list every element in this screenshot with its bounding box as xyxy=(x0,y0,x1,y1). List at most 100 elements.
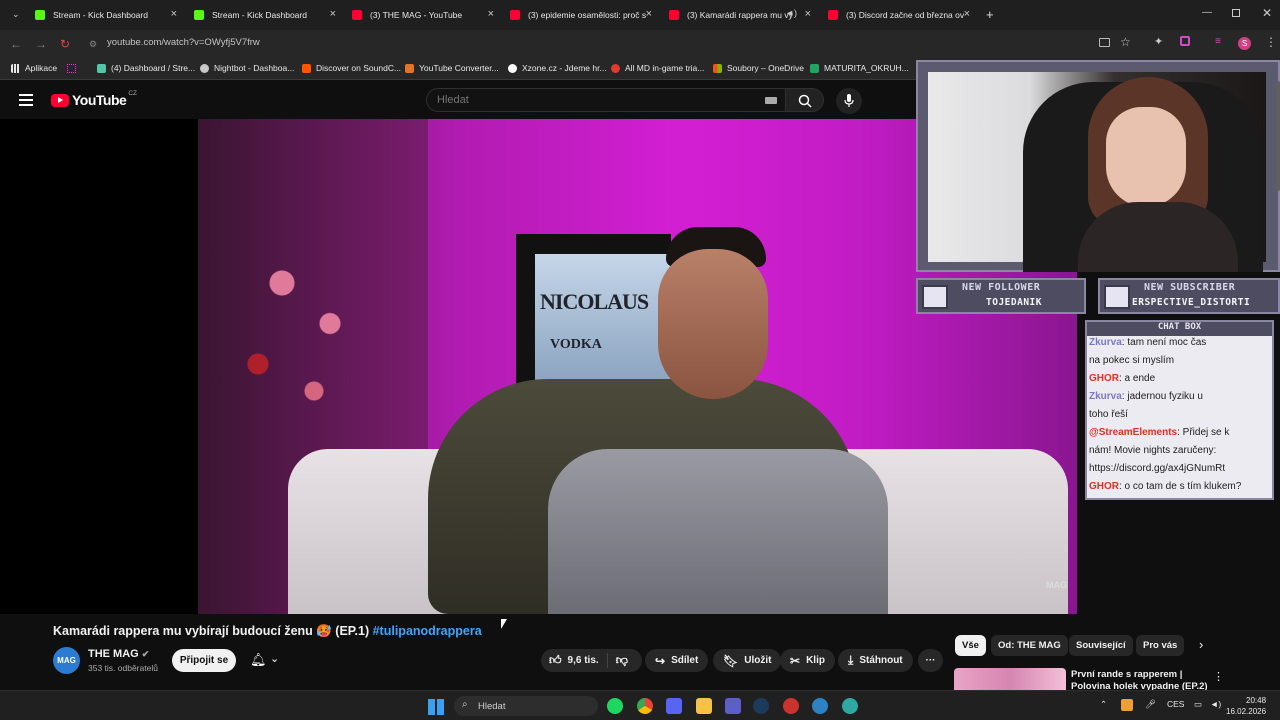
minimize-icon[interactable]: — xyxy=(1202,7,1212,18)
system-clock[interactable]: 20:48 16.02.2026 xyxy=(1226,695,1266,717)
page-scrollbar[interactable] xyxy=(1276,81,1280,191)
more-menu-icon[interactable]: ⋮ xyxy=(1265,35,1277,49)
youtube-icon xyxy=(510,10,520,20)
install-icon[interactable] xyxy=(1099,38,1110,47)
chat-text: : o co tam de s tím klukem? xyxy=(1119,481,1242,492)
chip-from-channel[interactable]: Od: THE MAG xyxy=(991,635,1068,656)
close-icon[interactable]: × xyxy=(964,8,970,20)
spotify-icon[interactable] xyxy=(607,698,623,714)
volume-icon[interactable]: ◄) xyxy=(1210,699,1221,709)
steam-icon[interactable] xyxy=(753,698,769,714)
close-icon[interactable]: × xyxy=(646,8,652,20)
tab-title: (3) Discord začne od března ov xyxy=(846,10,965,20)
tray-app-icon[interactable] xyxy=(1121,699,1133,711)
profile-avatar[interactable]: S xyxy=(1238,37,1251,50)
notification-bell-button[interactable]: 🔔︎ ⌄ xyxy=(242,649,290,672)
video-hashtag-link[interactable]: #tulipanodrappera xyxy=(373,624,482,638)
globe-app-icon[interactable] xyxy=(842,698,858,714)
youtube-logo[interactable]: YouTube CZ xyxy=(51,89,137,108)
like-button[interactable]: 👍︎ 9,6 tis. xyxy=(541,653,608,668)
monitor-icon[interactable]: ▭ xyxy=(1194,699,1202,710)
chat-username: GHOR xyxy=(1089,481,1119,492)
share-button[interactable]: ↪ Sdílet xyxy=(645,649,709,672)
tray-chevron-icon[interactable]: ⌃ xyxy=(1100,699,1107,710)
grid-icon[interactable] xyxy=(67,64,76,73)
close-window-icon[interactable]: ✕ xyxy=(1262,6,1272,20)
language-indicator[interactable]: CES xyxy=(1167,699,1184,709)
region-badge: CZ xyxy=(128,89,137,97)
converter-icon xyxy=(405,63,414,73)
tab-kick-2[interactable]: Stream - Kick Dashboard × xyxy=(186,4,344,26)
join-button[interactable]: Připojit se xyxy=(172,649,236,672)
voice-search-button[interactable] xyxy=(836,88,862,114)
chip-for-you[interactable]: Pro vás xyxy=(1136,635,1185,656)
media-icon[interactable]: ≡ xyxy=(1215,36,1221,47)
bookmark-star-icon[interactable]: ☆ xyxy=(1120,35,1131,49)
reload-icon[interactable]: ↻ xyxy=(55,30,75,58)
more-actions-button[interactable]: ··· xyxy=(918,649,943,672)
tab-search-icon[interactable]: ⌄ xyxy=(12,9,20,20)
channel-avatar[interactable]: MAG xyxy=(53,647,80,674)
teams-icon[interactable] xyxy=(725,698,741,714)
discord-icon[interactable] xyxy=(666,698,682,714)
close-icon[interactable]: × xyxy=(805,8,811,20)
share-icon: ↪ xyxy=(655,653,666,668)
maximize-icon[interactable] xyxy=(1232,9,1240,17)
chip-related[interactable]: Související xyxy=(1069,635,1133,656)
puzzle-icon[interactable] xyxy=(1180,36,1190,46)
close-icon[interactable]: × xyxy=(488,8,494,20)
next-video-menu-icon[interactable]: ⋮ xyxy=(1213,670,1224,683)
search-input[interactable] xyxy=(437,94,737,106)
speaker-icon[interactable]: ◄) xyxy=(785,8,797,18)
tab-kamaradi-active[interactable]: (3) Kamarádi rappera mu vy ◄) × xyxy=(661,4,819,26)
new-tab-button[interactable]: + xyxy=(986,7,994,22)
back-icon[interactable]: ← xyxy=(6,30,26,58)
close-icon[interactable]: × xyxy=(171,8,177,20)
tab-discord[interactable]: (3) Discord začne od března ov × xyxy=(820,4,978,26)
extension-icon[interactable]: ✦ xyxy=(1154,35,1163,48)
bookmark-aplikace[interactable]: Aplikace xyxy=(11,63,57,73)
chat-text: nám! Movie nights zaručeny: xyxy=(1089,445,1217,456)
save-button[interactable]: 🔖︎ Uložit xyxy=(713,649,782,672)
hamburger-menu-icon[interactable] xyxy=(19,94,33,106)
bookmark-all-md[interactable]: All MD in-game tria... xyxy=(611,63,704,73)
keyboard-icon[interactable] xyxy=(765,97,777,104)
tab-the-mag[interactable]: (3) THE MAG - YouTube × xyxy=(344,4,502,26)
tab-kick-1[interactable]: Stream - Kick Dashboard × xyxy=(27,4,185,26)
nightbot-icon xyxy=(200,63,209,73)
search-button[interactable] xyxy=(786,88,824,112)
bookmark-onedrive[interactable]: Soubory – OneDrive xyxy=(713,63,804,73)
chrome-icon[interactable] xyxy=(637,698,653,714)
site-info-icon[interactable]: ⚙ xyxy=(83,30,103,58)
bookmark-nightbot[interactable]: Nightbot - Dashboa... xyxy=(200,63,294,73)
bookmark-dashboard[interactable]: (4) Dashboard / Stre... xyxy=(97,63,195,73)
channel-name[interactable]: THE MAG ✔ xyxy=(88,648,149,660)
ccleaner-icon[interactable] xyxy=(812,698,828,714)
taskbar-search[interactable]: ⌕ Hledat xyxy=(454,696,598,716)
file-explorer-icon[interactable] xyxy=(696,698,712,714)
next-video-thumbnail[interactable] xyxy=(954,668,1066,690)
next-video-title[interactable]: První rande s rapperem | Polovina holek … xyxy=(1071,669,1211,690)
tab-epidemie[interactable]: (3) epidemie osamělosti: proč s × xyxy=(502,4,660,26)
forward-icon[interactable]: → xyxy=(31,30,51,58)
clip-button[interactable]: ✂ Klip xyxy=(780,649,835,672)
chat-username: GHOR xyxy=(1089,373,1119,384)
bookmark-yt-converter[interactable]: YouTube Converter... xyxy=(405,63,499,73)
tab-title: (3) THE MAG - YouTube xyxy=(370,10,463,20)
youtube-icon xyxy=(828,10,838,20)
app-red-icon[interactable] xyxy=(783,698,799,714)
chip-all[interactable]: Vše xyxy=(955,635,986,656)
tray-mic-icon[interactable]: 🎤︎ xyxy=(1145,699,1156,710)
dislike-button[interactable]: 👎︎ xyxy=(608,653,636,668)
url-field[interactable]: youtube.com/watch?v=OWyfj5V7frw xyxy=(107,37,260,48)
windows-start-icon[interactable] xyxy=(428,699,444,715)
clock-date: 16.02.2026 xyxy=(1226,707,1267,716)
close-icon[interactable]: × xyxy=(330,8,336,20)
bookmark-soundcloud[interactable]: Discover on SoundC... xyxy=(302,63,401,73)
bookmark-maturita[interactable]: MATURITA_OKRUH... xyxy=(810,63,909,73)
chat-text: : a ende xyxy=(1119,373,1156,384)
bookmark-label: Discover on SoundC... xyxy=(316,63,402,73)
download-button[interactable]: ⤓ Stáhnout xyxy=(838,649,913,672)
bookmark-xzone[interactable]: Xzone.cz - Jdeme hr... xyxy=(508,63,607,73)
chips-next-arrow-icon[interactable]: › xyxy=(1199,637,1203,652)
